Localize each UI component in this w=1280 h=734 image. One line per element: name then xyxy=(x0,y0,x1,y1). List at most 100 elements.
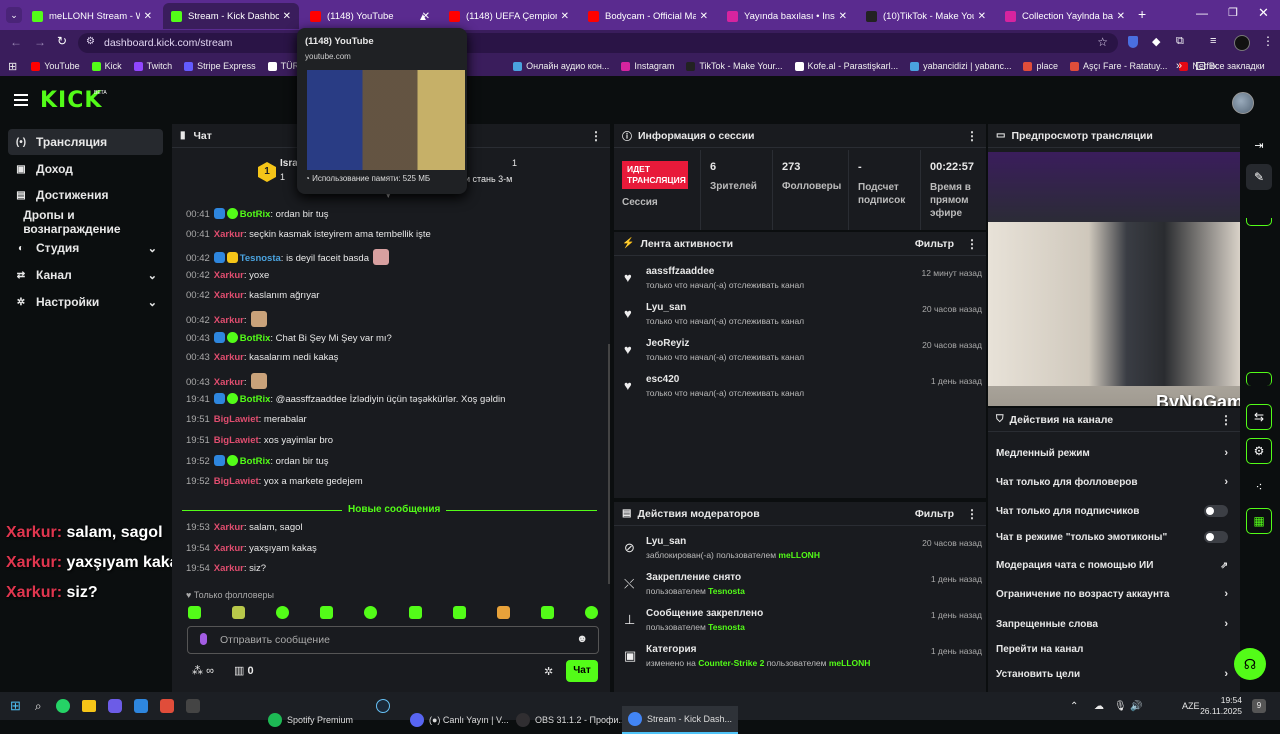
browser-tab[interactable]: Stream - Kick Dashboard✕ xyxy=(163,3,299,29)
tab-close-icon[interactable]: ✕ xyxy=(1113,11,1125,22)
message-username[interactable]: BotRix xyxy=(240,394,271,405)
bookmark-item[interactable]: Kofe.al - Parastişkarl... xyxy=(794,61,898,71)
speaker-icon[interactable]: 🔊 xyxy=(1130,701,1142,712)
bookmark-star-icon[interactable]: ☆ xyxy=(1097,35,1108,49)
tool-button[interactable]: ⇆ xyxy=(1246,404,1272,430)
message-username[interactable]: Xarkur xyxy=(214,352,244,363)
highlight-text[interactable]: Tesnosta xyxy=(708,586,745,596)
emote-icon[interactable] xyxy=(452,606,466,619)
profile-avatar[interactable] xyxy=(1234,35,1250,51)
gift-counter[interactable]: ▥ 0 xyxy=(234,664,254,677)
support-button[interactable]: ☊ xyxy=(1234,648,1266,680)
more-bookmarks-icon[interactable]: » xyxy=(1176,60,1182,72)
message-username[interactable]: BotRix xyxy=(240,209,271,220)
all-bookmarks[interactable]: Все закладки xyxy=(1196,61,1265,71)
activity-item[interactable]: ♥ aassffzaaddee только что начал(-а) отсле… xyxy=(622,266,982,300)
send-chat-button[interactable]: Чат xyxy=(566,660,598,682)
taskbar-app[interactable]: OBS 31.1.2 - Профи... xyxy=(516,706,626,734)
bookmark-item[interactable]: Kick xyxy=(91,61,122,71)
tab-close-icon[interactable]: ✕ xyxy=(557,11,569,22)
bookmark-item[interactable]: Aşçı Fare - Ratatuy... xyxy=(1070,61,1167,71)
bookmark-item[interactable]: Stripe Express xyxy=(184,61,256,71)
activity-username[interactable]: aassffzaaddee xyxy=(646,266,714,277)
message-username[interactable]: Xarkur xyxy=(214,522,244,533)
message-username[interactable]: Xarkur xyxy=(214,229,244,240)
browser-tab[interactable]: meLLONH Stream - Watc✕ xyxy=(24,3,160,29)
filter-button[interactable]: Фильтр xyxy=(915,238,954,250)
emote-icon[interactable] xyxy=(584,606,598,619)
reload-icon[interactable]: ↻ xyxy=(57,34,67,48)
message-username[interactable]: BigLawiet xyxy=(214,414,259,425)
emote-icon[interactable] xyxy=(496,606,510,619)
media-controls-icon[interactable]: ≡ xyxy=(1210,35,1216,47)
message-username[interactable]: Xarkur xyxy=(214,563,244,574)
bookmark-item[interactable]: Twitch xyxy=(133,61,172,71)
activity-item[interactable]: ♥ Lyu_san только что начал(-а) отслеживать… xyxy=(622,302,982,336)
more-options-icon[interactable]: ⋮ xyxy=(966,129,978,143)
sidebar-item-income[interactable]: ▣ Доход xyxy=(8,156,163,182)
bookmark-item[interactable]: TikTok - Make Your... xyxy=(686,61,783,71)
tab-close-icon[interactable]: ✕ xyxy=(835,11,847,22)
highlight-text[interactable]: meLLONH xyxy=(829,658,871,668)
steam-icon[interactable] xyxy=(376,699,390,713)
mod-action-item[interactable]: ⊥ Сообщение закреплено пользователем Tesno… xyxy=(622,608,982,642)
channel-action-item[interactable]: Чат только для фолловеров › xyxy=(996,469,1228,495)
taskbar-clock[interactable]: 19:54 26.11.2025 xyxy=(1200,695,1242,717)
message-username[interactable]: Tesnosta xyxy=(240,253,281,264)
apps-grid-icon[interactable]: ⊞ xyxy=(8,60,17,73)
channel-action-item[interactable]: Медленный режим › xyxy=(996,440,1228,466)
store-icon[interactable] xyxy=(133,699,148,713)
tool-button[interactable] xyxy=(1246,372,1272,386)
highlight-text[interactable]: meLLONH xyxy=(778,550,820,560)
sidebar-item-studio[interactable]: ◐ Студия ⌄ xyxy=(8,235,163,261)
tool-button[interactable] xyxy=(1246,218,1272,226)
whatsapp-icon[interactable] xyxy=(55,699,70,713)
stream-preview-video[interactable] xyxy=(988,152,1240,406)
more-options-icon[interactable]: ⋮ xyxy=(966,237,978,251)
chat-settings-icon[interactable]: ✲ xyxy=(544,665,553,678)
activity-username[interactable]: JeoReyiz xyxy=(646,338,689,349)
taskbar-app[interactable]: (●) Canlı Yayın | V... xyxy=(410,706,509,734)
close-window-button[interactable]: ✕ xyxy=(1258,5,1269,21)
browser-menu-icon[interactable]: ⋮ xyxy=(1262,34,1274,48)
sidebar-item-stream[interactable]: (•) Трансляция xyxy=(8,129,163,155)
extension-diamond-icon[interactable]: ◆ xyxy=(1152,35,1160,48)
extensions-puzzle-icon[interactable]: ⧉ xyxy=(1176,35,1184,48)
emote-icon[interactable] xyxy=(276,606,290,619)
app-icon[interactable] xyxy=(159,699,174,713)
taskbar-app[interactable]: Spotify Premium xyxy=(268,706,353,734)
channel-action-item[interactable]: Чат в режиме "только эмотиконы" xyxy=(996,524,1228,550)
channel-action-item[interactable]: Ограничение по возрасту аккаунта › xyxy=(996,581,1228,607)
forward-icon[interactable]: → xyxy=(34,35,46,49)
taskbar-app[interactable]: Stream - Kick Dash... xyxy=(622,706,739,734)
channel-action-item[interactable]: Модерация чата с помощью ИИ ⇗ xyxy=(996,552,1228,578)
message-username[interactable]: BigLawiet xyxy=(214,476,259,487)
microphone-icon[interactable]: 🎙 xyxy=(1114,701,1127,712)
toggle-switch[interactable] xyxy=(1204,531,1228,543)
input-language[interactable]: AZE xyxy=(1182,701,1200,711)
sidebar-item-channel[interactable]: ⇄ Канал ⌄ xyxy=(8,262,163,288)
extension-shield-icon[interactable] xyxy=(1128,36,1138,48)
browser-tab[interactable]: Yayında baxılası • Instagr✕ xyxy=(719,3,855,29)
emoji-icon[interactable]: ☻ xyxy=(576,633,588,645)
bookmark-item[interactable]: Онлайн аудио кон... xyxy=(513,61,609,71)
minimize-button[interactable]: — xyxy=(1196,6,1208,20)
channel-action-item[interactable]: Перейти на канал xyxy=(996,636,1228,662)
back-icon[interactable]: ← xyxy=(10,35,22,49)
share-icon[interactable]: ⁖ xyxy=(1246,474,1272,500)
file-explorer-icon[interactable] xyxy=(81,700,96,712)
channel-action-item[interactable]: Запрещенные слова › xyxy=(996,611,1228,637)
message-username[interactable]: Xarkur xyxy=(214,543,244,554)
tray-icon[interactable]: ☁ xyxy=(1094,701,1104,712)
activity-username[interactable]: Lyu_san xyxy=(646,302,686,313)
browser-tab[interactable]: Bodycam - Official Major✕ xyxy=(580,3,716,29)
toggle-switch[interactable] xyxy=(1204,505,1228,517)
mod-action-item[interactable]: ▣ Категория изменено на Counter-Strike 2 п… xyxy=(622,644,982,678)
tab-close-icon[interactable]: ✕ xyxy=(974,11,986,22)
activity-item[interactable]: ♥ esc420 только что начал(-а) отслеживать … xyxy=(622,374,982,408)
chat-input[interactable]: Отправить сообщение ☻ xyxy=(187,626,599,654)
app-icon[interactable] xyxy=(185,699,200,713)
emote-icon[interactable] xyxy=(320,606,334,619)
browser-tab[interactable]: (1148) UEFA Çempionlar l✕ xyxy=(441,3,577,29)
sidebar-item-settings[interactable]: ✲ Настройки ⌄ xyxy=(8,289,163,315)
